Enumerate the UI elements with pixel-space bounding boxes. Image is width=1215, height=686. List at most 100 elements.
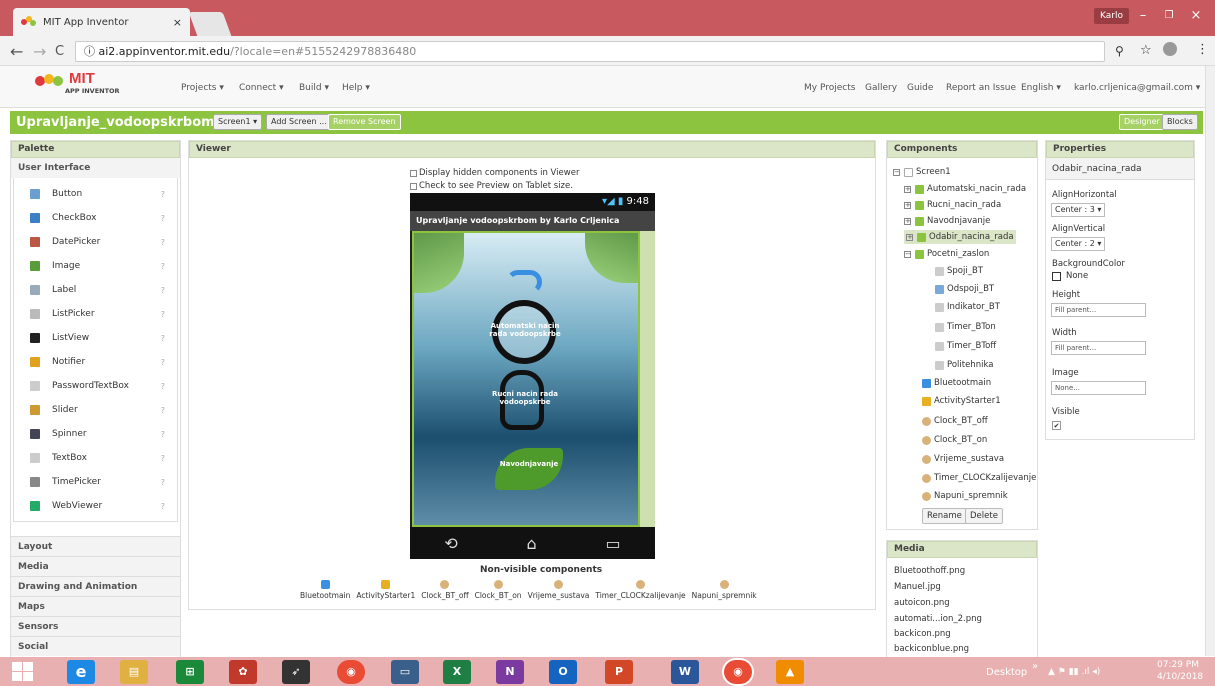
media-file[interactable]: automati...ion_2.png <box>894 614 982 624</box>
component-tree-item[interactable]: Politehnika <box>935 360 993 370</box>
palette-section-sensors[interactable]: Sensors <box>11 616 180 636</box>
component-tree-item[interactable]: Vrijeme_sustava <box>922 454 1004 464</box>
help-icon[interactable]: ? <box>161 334 165 343</box>
app-taskbar-icon[interactable]: ✿ <box>229 660 257 684</box>
palette-section-social[interactable]: Social <box>11 636 180 656</box>
nav-home-icon[interactable]: ⌂ <box>527 534 537 553</box>
my-projects-link[interactable]: My Projects <box>804 83 855 93</box>
menu-projects[interactable]: Projects ▾ <box>181 83 224 93</box>
explorer-taskbar-icon[interactable]: ▤ <box>120 660 148 684</box>
media-file[interactable]: backicon.png <box>894 629 951 639</box>
tab-close-icon[interactable]: × <box>173 16 182 29</box>
palette-section-drawing[interactable]: Drawing and Animation <box>11 576 180 596</box>
nonvisible-item[interactable]: ActivityStarter1 <box>356 580 415 604</box>
vlc-taskbar-icon[interactable]: ▲ <box>776 660 804 684</box>
component-tree-item[interactable]: Spoji_BT <box>935 266 983 276</box>
help-icon[interactable]: ? <box>161 262 165 271</box>
guide-link[interactable]: Guide <box>907 83 933 93</box>
report-issue-link[interactable]: Report an Issue <box>946 83 1016 93</box>
image-field[interactable]: None... <box>1051 381 1146 395</box>
palette-item[interactable]: Spinner? <box>14 422 177 446</box>
toolbar-chevron-icon[interactable]: » <box>1032 661 1038 672</box>
palette-section-maps[interactable]: Maps <box>11 596 180 616</box>
rename-button[interactable]: Rename <box>922 508 967 524</box>
hidden-components-checkbox[interactable]: Display hidden components in Viewer <box>410 168 579 178</box>
height-field[interactable]: Fill parent... <box>1051 303 1146 317</box>
component-tree-item[interactable]: + Automatski_nacin_rada <box>904 184 1026 194</box>
screen-select[interactable]: Screen1 ▾ <box>213 114 263 130</box>
component-tree-item[interactable]: Clock_BT_on <box>922 435 987 445</box>
url-input[interactable]: ⓘ ai2.appinventor.mit.edu/?locale=en#515… <box>75 41 1105 62</box>
tablet-preview-checkbox[interactable]: Check to see Preview on Tablet size. <box>410 181 573 191</box>
nonvisible-item[interactable]: Timer_CLOCKzalijevanje <box>595 580 686 604</box>
media-file[interactable]: autoicon.png <box>894 598 950 608</box>
nonvisible-item[interactable]: Clock_BT_on <box>475 580 522 604</box>
background-color-select[interactable]: None <box>1052 271 1088 281</box>
browser-menu-icon[interactable]: ⋮ <box>1196 42 1209 57</box>
desktop-toolbar-label[interactable]: Desktop <box>986 667 1027 678</box>
zoom-icon[interactable]: ⚲ <box>1115 44 1124 58</box>
gallery-link[interactable]: Gallery <box>865 83 897 93</box>
component-tree-item-selected[interactable]: + Odabir_nacina_rada <box>904 230 1016 244</box>
palette-item[interactable]: PasswordTextBox? <box>14 374 177 398</box>
word-taskbar-icon[interactable]: W <box>671 660 699 684</box>
palette-item[interactable]: Slider? <box>14 398 177 422</box>
component-tree-item[interactable]: Napuni_spremnik <box>922 491 1008 501</box>
help-icon[interactable]: ? <box>161 502 165 511</box>
chrome-active-taskbar-icon[interactable]: ◉ <box>724 660 752 684</box>
visible-checkbox[interactable]: ✔ <box>1052 421 1061 430</box>
palette-item[interactable]: Image? <box>14 254 177 278</box>
component-tree-item[interactable]: Bluetootmain <box>922 378 991 388</box>
nonvisible-item[interactable]: Vrijeme_sustava <box>528 580 589 604</box>
component-tree-item[interactable]: ActivityStarter1 <box>922 396 1001 406</box>
expand-toggle[interactable]: + <box>906 233 913 241</box>
expand-toggle[interactable]: + <box>904 185 911 193</box>
nav-recent-icon[interactable]: ▭ <box>605 534 620 553</box>
help-icon[interactable]: ? <box>161 430 165 439</box>
palette-item[interactable]: CheckBox? <box>14 206 177 230</box>
close-window-button[interactable]: × <box>1183 6 1209 26</box>
menu-build[interactable]: Build ▾ <box>299 83 329 93</box>
extension-icon[interactable] <box>1163 42 1177 56</box>
media-file[interactable]: Manuel.jpg <box>894 582 941 592</box>
palette-item[interactable]: TextBox? <box>14 446 177 470</box>
app-taskbar-icon[interactable]: ➶ <box>282 660 310 684</box>
account-menu[interactable]: karlo.crljenica@gmail.com ▾ <box>1074 83 1200 93</box>
component-tree-item[interactable]: + Rucni_nacin_rada <box>904 200 1001 210</box>
component-tree-item[interactable]: Timer_BTon <box>935 322 996 332</box>
palette-item[interactable]: ListPicker? <box>14 302 177 326</box>
page-scrollbar[interactable] <box>1205 66 1215 656</box>
palette-section-user-interface[interactable]: User Interface <box>11 158 180 178</box>
designer-button[interactable]: Designer <box>1119 114 1165 130</box>
expand-toggle[interactable]: + <box>904 217 911 225</box>
help-icon[interactable]: ? <box>161 406 165 415</box>
help-icon[interactable]: ? <box>161 286 165 295</box>
palette-item[interactable]: Button? <box>14 182 177 206</box>
component-tree-item[interactable]: Indikator_BT <box>935 302 1000 312</box>
store-taskbar-icon[interactable]: ⊞ <box>176 660 204 684</box>
outlook-taskbar-icon[interactable]: O <box>549 660 577 684</box>
align-horizontal-select[interactable]: Center : 3 ▾ <box>1051 203 1106 217</box>
help-icon[interactable]: ? <box>161 190 165 199</box>
system-tray-icons[interactable]: ▲ ⚑ ▮▮ .ıl ◂) <box>1048 667 1100 677</box>
powerpoint-taskbar-icon[interactable]: P <box>605 660 633 684</box>
delete-button[interactable]: Delete <box>965 508 1003 524</box>
browser-tab[interactable]: MIT App Inventor × <box>13 8 190 36</box>
palette-item[interactable]: DatePicker? <box>14 230 177 254</box>
windows-start-icon[interactable] <box>12 662 34 682</box>
remove-screen-button[interactable]: Remove Screen <box>328 114 401 130</box>
bookmark-star-icon[interactable]: ☆ <box>1140 43 1152 58</box>
nav-back-icon[interactable]: ⟲ <box>444 534 457 553</box>
minimize-button[interactable]: – <box>1130 6 1156 26</box>
excel-taskbar-icon[interactable]: X <box>443 660 471 684</box>
blocks-button[interactable]: Blocks <box>1162 114 1198 130</box>
width-field[interactable]: Fill parent... <box>1051 341 1146 355</box>
component-tree-item[interactable]: Clock_BT_off <box>922 416 988 426</box>
back-arrow-icon[interactable] <box>506 270 542 294</box>
language-menu[interactable]: English ▾ <box>1021 83 1061 93</box>
help-icon[interactable]: ? <box>161 214 165 223</box>
help-icon[interactable]: ? <box>161 310 165 319</box>
browser-user-badge[interactable]: Karlo <box>1094 8 1129 24</box>
maximize-button[interactable]: ❐ <box>1156 6 1182 26</box>
forward-icon[interactable]: → <box>33 42 46 61</box>
